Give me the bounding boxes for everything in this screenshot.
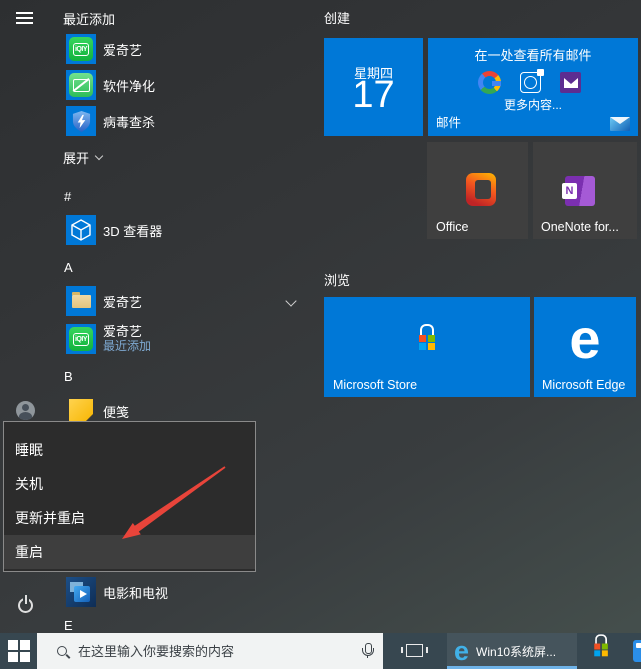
microphone-icon[interactable]: [361, 643, 373, 660]
menu-item-update-restart[interactable]: 更新并重启: [4, 501, 255, 535]
recently-added-header: 最近添加: [63, 9, 115, 28]
movies-tv-icon: [66, 577, 96, 607]
app-label: 爱奇艺: [103, 292, 142, 311]
iqiyi-icon: iQIY: [66, 34, 96, 64]
google-logo-icon: [478, 71, 501, 94]
edge-window-title: Win10系统屏...: [476, 643, 556, 660]
app-label: 病毒查杀: [103, 112, 155, 131]
power-icon[interactable]: [18, 598, 33, 613]
search-input[interactable]: [76, 643, 361, 660]
calendar-day: 17: [324, 76, 423, 114]
folder-icon: [66, 286, 96, 316]
app-label: 便笺: [103, 402, 129, 421]
software-cleaner-icon: [66, 70, 96, 100]
app-row-iqiyi-group[interactable]: 爱奇艺: [66, 286, 300, 316]
onenote-label: OneNote for...: [541, 220, 619, 234]
edge-label: Microsoft Edge: [542, 378, 625, 392]
tile-group-browse[interactable]: 浏览: [324, 270, 350, 289]
iqiyi-icon: iQIY: [66, 324, 96, 354]
app-label: 电影和电视: [103, 583, 168, 602]
app-label: 3D 查看器: [103, 221, 162, 240]
mail-tile[interactable]: 在一处查看所有邮件 更多内容... 邮件: [428, 38, 638, 136]
section-letter-b[interactable]: B: [64, 369, 73, 384]
task-view-icon[interactable]: [406, 644, 423, 657]
3d-cube-icon: [66, 215, 96, 245]
onenote-logo-icon: N: [565, 176, 595, 206]
app-row-3d-viewer[interactable]: 3D 查看器: [66, 215, 300, 245]
app-label: 爱奇艺: [103, 40, 142, 59]
app-row-iqiyi-recent[interactable]: iQIY 爱奇艺 最近添加: [66, 322, 300, 356]
taskbar-search-box[interactable]: [37, 633, 383, 669]
calendar-tile[interactable]: 星期四 17: [324, 38, 423, 136]
envelope-icon: [560, 72, 581, 93]
app-row-software-cleaner[interactable]: 软件净化: [66, 70, 300, 100]
outlook-icon: [520, 72, 541, 93]
menu-item-restart[interactable]: 重启: [4, 535, 255, 569]
app-label: 爱奇艺: [103, 325, 151, 340]
onenote-tile[interactable]: N OneNote for...: [533, 142, 637, 239]
app-sublabel: 最近添加: [103, 340, 151, 354]
tile-group-create[interactable]: 创建: [324, 8, 350, 27]
microsoft-edge-tile[interactable]: e Microsoft Edge: [534, 297, 636, 397]
mail-envelope-icon: [610, 117, 630, 131]
power-flyout-menu: 睡眠 关机 更新并重启 重启: [3, 421, 256, 572]
app-row-movies-tv[interactable]: 电影和电视: [66, 577, 300, 607]
microsoft-store-tile[interactable]: Microsoft Store: [324, 297, 530, 397]
antivirus-shield-icon: [66, 106, 96, 136]
expand-toggle[interactable]: 展开: [63, 148, 102, 167]
start-menu: 最近添加 iQIY 爱奇艺 软件净化 病毒查杀 展开 # 3D 查看器 A: [0, 0, 641, 669]
section-letter-a[interactable]: A: [64, 260, 73, 275]
office-label: Office: [436, 220, 468, 234]
section-letter-hash[interactable]: #: [64, 189, 71, 204]
app-row-antivirus[interactable]: 病毒查杀: [66, 106, 300, 136]
store-label: Microsoft Store: [333, 378, 417, 392]
menu-item-sleep[interactable]: 睡眠: [4, 433, 255, 467]
chevron-down-icon: [95, 152, 103, 160]
start-button[interactable]: [0, 633, 37, 669]
mail-app-label: 邮件: [436, 112, 461, 131]
windows-logo-icon: [8, 640, 30, 662]
user-avatar[interactable]: [16, 401, 35, 420]
edge-logo-icon: e: [534, 311, 636, 367]
taskbar: e Win10系统屏...: [0, 633, 641, 669]
mail-headline: 在一处查看所有邮件: [428, 45, 638, 64]
menu-item-shutdown[interactable]: 关机: [4, 467, 255, 501]
taskbar-pinned-icon[interactable]: [633, 640, 641, 662]
taskbar-edge-button[interactable]: e Win10系统屏...: [447, 633, 577, 669]
mail-more-label: 更多内容...: [428, 96, 638, 113]
section-letter-e[interactable]: E: [64, 618, 73, 633]
office-logo-icon: [466, 173, 496, 206]
hamburger-menu-icon[interactable]: [16, 12, 33, 24]
app-row-iqiyi[interactable]: iQIY 爱奇艺: [66, 34, 300, 64]
search-icon: [57, 646, 67, 656]
app-label: 软件净化: [103, 76, 155, 95]
office-tile[interactable]: Office: [427, 142, 528, 239]
edge-icon: e: [454, 638, 469, 665]
